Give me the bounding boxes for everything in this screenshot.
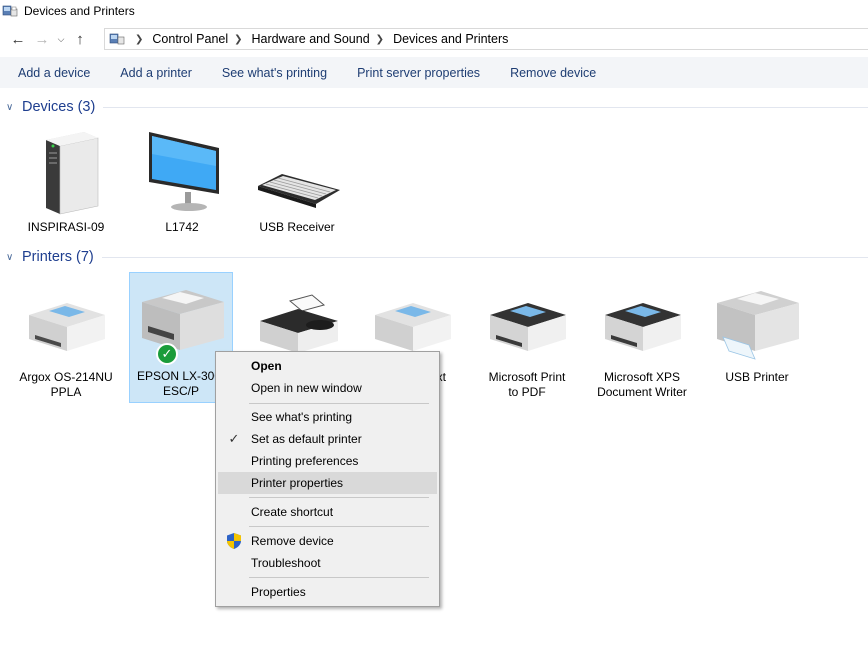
address-bar[interactable]: ❯ Control Panel ❯ Hardware and Sound ❯ D…	[104, 28, 868, 50]
printer-icon	[29, 303, 105, 351]
back-arrow-icon[interactable]: ←	[6, 27, 30, 51]
printer-item[interactable]: Microsoft XPS Document Writer	[590, 274, 694, 400]
fax-icon	[260, 294, 338, 353]
breadcrumb-separator-icon[interactable]: ❯	[135, 34, 143, 45]
computer-tower-icon	[46, 132, 99, 215]
printer-label: Argox OS-214NU PPLA	[19, 370, 113, 399]
group-divider	[103, 106, 868, 108]
up-arrow-icon[interactable]: ↑	[68, 27, 92, 51]
menu-item-open[interactable]: Open	[218, 355, 437, 377]
printer-label: Microsoft Print to PDF	[488, 370, 566, 399]
remove-device-button[interactable]: Remove device	[510, 66, 596, 80]
menu-item-set-default[interactable]: ✓ Set as default printer	[218, 428, 437, 450]
printer-dark-icon	[605, 303, 681, 351]
printers-group-header[interactable]: ∨ Printers (7)	[0, 247, 868, 267]
printer-label: Microsoft XPS Document Writer	[597, 370, 687, 399]
default-check-icon: ✓	[156, 343, 178, 365]
title-bar: Devices and Printers	[0, 0, 868, 22]
menu-separator	[249, 403, 429, 404]
breadcrumb-devices-printers[interactable]: Devices and Printers	[393, 32, 508, 46]
keyboard-icon	[258, 174, 340, 208]
printer-item[interactable]: Microsoft Print to PDF	[475, 274, 579, 400]
breadcrumb-separator-icon[interactable]: ❯	[376, 34, 384, 45]
add-device-button[interactable]: Add a device	[18, 66, 90, 80]
device-item[interactable]: INSPIRASI-09	[14, 124, 118, 235]
printer-item[interactable]: Argox OS-214NU PPLA	[14, 274, 118, 400]
chevron-down-icon[interactable]: ⌵	[54, 27, 68, 51]
devices-printers-icon	[2, 5, 18, 17]
monitor-icon	[149, 132, 219, 211]
menu-item-remove-device[interactable]: Remove device	[218, 530, 437, 552]
chevron-down-icon[interactable]: ∨	[6, 102, 20, 113]
group-divider	[101, 256, 868, 258]
context-menu: Open Open in new window See what's print…	[215, 351, 440, 607]
control-panel-icon	[109, 33, 125, 45]
chevron-down-icon[interactable]: ∨	[6, 252, 20, 263]
printer-item[interactable]: USB Printer	[705, 274, 809, 385]
menu-item-printer-properties[interactable]: Printer properties	[218, 472, 437, 494]
device-label: INSPIRASI-09	[27, 220, 105, 234]
menu-separator	[249, 577, 429, 578]
printer-dark-icon	[490, 303, 566, 351]
menu-item-printing-preferences[interactable]: Printing preferences	[218, 450, 437, 472]
see-whats-printing-button[interactable]: See what's printing	[222, 66, 327, 80]
device-item[interactable]: L1742	[130, 124, 234, 235]
forward-arrow-icon[interactable]: →	[30, 27, 54, 51]
menu-separator	[249, 526, 429, 527]
navigation-bar: ← → ⌵ ↑ ❯ Control Panel ❯ Hardware and S…	[0, 26, 868, 52]
print-server-properties-button[interactable]: Print server properties	[357, 66, 480, 80]
command-bar: Add a device Add a printer See what's pr…	[0, 57, 868, 88]
menu-item-properties[interactable]: Properties	[218, 581, 437, 603]
devices-group-header[interactable]: ∨ Devices (3)	[0, 97, 868, 117]
breadcrumb-hardware-sound[interactable]: Hardware and Sound	[252, 32, 370, 46]
breadcrumb-control-panel[interactable]: Control Panel	[152, 32, 228, 46]
menu-separator	[249, 497, 429, 498]
checkmark-icon: ✓	[228, 431, 240, 446]
printer-icon	[375, 303, 451, 351]
shield-icon	[226, 533, 242, 549]
menu-item-see-whats-printing[interactable]: See what's printing	[218, 406, 437, 428]
window-title: Devices and Printers	[24, 4, 135, 18]
printer-icon	[142, 290, 224, 350]
printer-label: USB Printer	[725, 370, 789, 384]
menu-item-troubleshoot[interactable]: Troubleshoot	[218, 552, 437, 574]
menu-item-create-shortcut[interactable]: Create shortcut	[218, 501, 437, 523]
add-printer-button[interactable]: Add a printer	[120, 66, 192, 80]
device-label: L1742	[165, 220, 199, 234]
device-item[interactable]: USB Receiver	[245, 124, 349, 235]
breadcrumb-separator-icon[interactable]: ❯	[234, 34, 242, 45]
printer-icon	[717, 291, 799, 360]
printers-group-title: Printers (7)	[22, 249, 94, 265]
device-label: USB Receiver	[259, 220, 335, 234]
menu-item-open-new-window[interactable]: Open in new window	[218, 377, 437, 399]
devices-group-title: Devices (3)	[22, 99, 96, 115]
